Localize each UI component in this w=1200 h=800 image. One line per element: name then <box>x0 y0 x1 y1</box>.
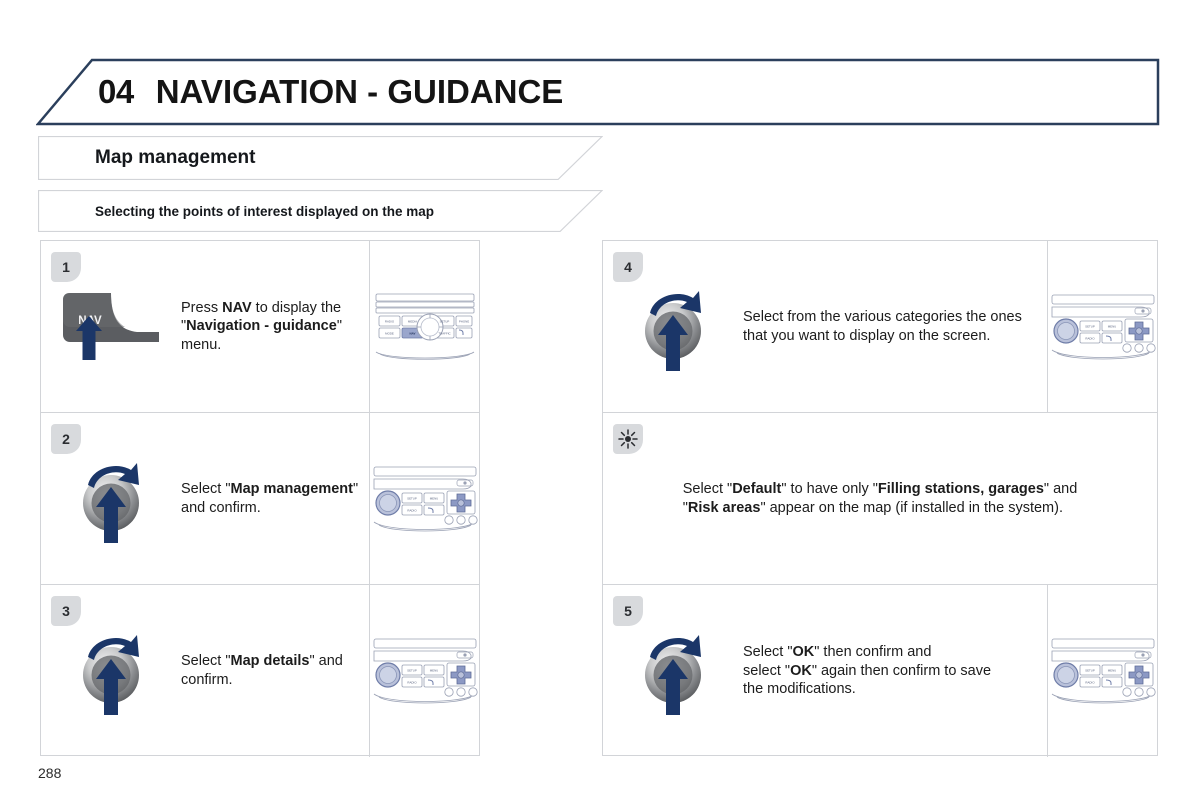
svg-text:SETUP: SETUP <box>407 669 417 673</box>
step-instruction-text: Press NAV to display the "Navigation - gu… <box>181 299 342 353</box>
radio-unit-dpad-icon: SETUP MENU RADIO <box>373 466 478 531</box>
chapter-number: 04 <box>98 73 134 110</box>
svg-text:MENU: MENU <box>1107 324 1116 328</box>
radio-unit-knob-icon: RADIO MEDIA SETUP PHONE MODE NAV TRAFFIC <box>375 293 474 360</box>
svg-text:SETUP: SETUP <box>439 319 449 323</box>
svg-text:MENU: MENU <box>429 496 438 500</box>
step-row: 4 Select from the various categories the… <box>603 241 1157 413</box>
svg-text:RADIO: RADIO <box>1085 681 1095 685</box>
svg-text:RADIO: RADIO <box>384 319 394 323</box>
step-row: 2 Select "Map management" and confirm. S… <box>41 413 479 585</box>
svg-text:MODE: MODE <box>385 331 394 335</box>
step-row: 1 NAV Press NAV to display the"Navigatio… <box>41 241 479 413</box>
tip-text: Select "Default" to have only "Filling s… <box>682 480 1078 516</box>
radio-unit-dpad-icon: SETUP MENU RADIO <box>369 585 479 757</box>
svg-text:RADIO: RADIO <box>407 508 417 512</box>
svg-text:RADIO: RADIO <box>1085 336 1095 340</box>
svg-text:PHONE: PHONE <box>458 319 468 323</box>
radio-unit-dpad-icon: SETUP MENU RADIO <box>369 413 479 584</box>
svg-text:MEDIA: MEDIA <box>407 319 416 323</box>
svg-text:SETUP: SETUP <box>1085 669 1095 673</box>
rotary-knob-icon <box>645 290 701 371</box>
svg-text:MENU: MENU <box>1107 669 1116 673</box>
radio-unit-dpad-icon: SETUP MENU RADIO <box>373 638 478 704</box>
rotary-knob-icon <box>41 451 181 547</box>
radio-unit-dpad-icon: SETUP MENU RADIO <box>1051 638 1156 704</box>
radio-unit-knob-icon: RADIO MEDIA SETUP PHONE MODE NAV TRAFFIC <box>369 241 479 412</box>
nav-button-icon: NAV <box>63 292 159 360</box>
radio-unit-dpad-icon: SETUP MENU RADIO <box>1051 294 1156 359</box>
section-title: Map management <box>95 147 256 168</box>
tip-row: Select "Default" to have only "Filling s… <box>603 413 1157 585</box>
svg-text:SETUP: SETUP <box>1085 324 1095 328</box>
section-subheader-points-of-interest: Selecting the points of interest display… <box>38 190 603 232</box>
step-instruction-text: Select "Map details" and confirm. <box>181 653 343 688</box>
svg-text:TRAFFIC: TRAFFIC <box>438 331 450 335</box>
section-header-map-management: Map management <box>38 136 603 180</box>
radio-unit-dpad-icon: SETUP MENU RADIO <box>1047 241 1157 412</box>
section-subtitle: Selecting the points of interest display… <box>95 203 435 219</box>
steps-table-left: 1 NAV Press NAV to display the"Navigatio… <box>40 240 480 757</box>
chapter-header-banner: 04 NAVIGATION - GUIDANCE <box>36 58 1160 126</box>
svg-text:MENU: MENU <box>429 669 438 673</box>
svg-text:RADIO: RADIO <box>407 681 417 685</box>
rotary-knob-icon <box>83 635 139 715</box>
step-content: Select "OK" then confirm and select "OK" … <box>603 585 1047 757</box>
step-row: 5 Select "OK" then confirm and select "OK… <box>603 585 1157 757</box>
rotary-knob-icon <box>645 635 701 715</box>
rotary-knob-icon <box>41 623 181 719</box>
rotary-knob-icon <box>603 279 743 375</box>
page-number: 288 <box>38 765 62 781</box>
step-instruction-text: Select from the various categories the o… <box>743 308 1022 344</box>
step-content: Select "Map details" and confirm. <box>41 585 369 757</box>
radio-unit-dpad-icon: SETUP MENU RADIO <box>1047 585 1157 757</box>
step-instruction-text: Select "OK" then confirm and select "OK" … <box>743 644 992 698</box>
rotary-knob-icon <box>83 462 139 543</box>
svg-text:NAV: NAV <box>409 331 415 335</box>
step-content: Select "Map management" and confirm. <box>41 413 369 584</box>
step-instruction-text: Select "Map management" and confirm. <box>181 480 359 516</box>
step-content: NAV Press NAV to display the"Navigation … <box>41 241 369 412</box>
step-row: 3 Select "Map details" and confirm. SETU… <box>41 585 479 757</box>
nav-button-icon: NAV <box>41 288 181 366</box>
tip-badge <box>613 424 643 454</box>
steps-table-right: 4 Select from the various categories the… <box>602 240 1158 757</box>
svg-text:SETUP: SETUP <box>407 496 417 500</box>
chapter-title: NAVIGATION - GUIDANCE <box>155 73 564 110</box>
rotary-knob-icon <box>603 623 743 719</box>
sun-tip-icon <box>618 429 638 449</box>
step-content: Select from the various categories the o… <box>603 241 1047 412</box>
